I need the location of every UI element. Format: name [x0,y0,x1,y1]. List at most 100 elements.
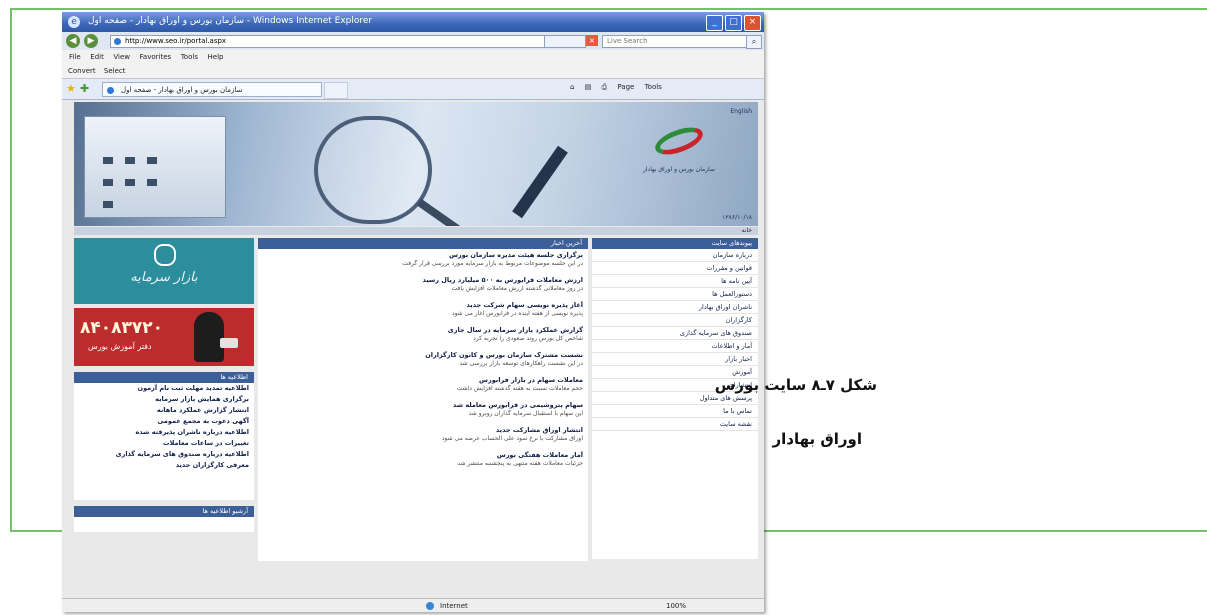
news-title[interactable]: آغاز پذیره نویسی سهام شرکت جدید [258,301,588,310]
search-icon[interactable]: ⌕ [746,35,762,49]
announcements-header: اطلاعیه ها [74,372,254,383]
forward-button[interactable]: ▶ [84,34,98,48]
convert-button[interactable]: Convert [68,67,96,75]
news-summary-extra [258,293,588,301]
site-link-item[interactable]: ناشران اوراق بهادار [592,301,758,314]
archive-header[interactable]: آرشیو اطلاعیه ها [74,506,254,517]
tools-menu[interactable]: Tools [645,83,662,91]
maximize-button[interactable]: □ [725,15,742,31]
news-summary-extra [258,393,588,401]
feeds-icon[interactable]: ▤ [585,83,592,91]
add-favorites-icon[interactable]: ✚ [80,82,89,95]
stop-button[interactable]: × [586,35,598,46]
menu-help[interactable]: Help [208,50,224,64]
site-link-item[interactable]: آیین نامه ها [592,275,758,288]
news-summary: در روز معاملاتی گذشته ارزش معاملات افزای… [451,285,583,292]
announcement-item[interactable]: معرفی کارگزاران جدید [74,460,254,471]
figure-frame-bottom-right [764,530,1207,532]
tab-bar: ★ ✚ سازمان بورس و اوراق بهادار - صفحه او… [62,79,764,100]
phone-icon [220,338,238,348]
address-bar: ◀ ▶ http://www.seo.ir/portal.aspx × Live… [62,32,764,51]
news-title[interactable]: معاملات سهام در بازار فرابورس [258,376,588,385]
english-link[interactable]: English [730,108,752,115]
ad1-caption: بازار سرمایه [130,270,198,285]
window-titlebar: e سازمان بورس و اوراق بهادار - صفحه اول … [62,12,764,32]
site-link-item[interactable]: کارگزاران [592,314,758,327]
favorites-star-icon[interactable]: ★ [66,82,76,95]
site-link-item[interactable]: اخبار بازار [592,353,758,366]
site-logo[interactable] [651,122,707,160]
back-button[interactable]: ◀ [66,34,80,48]
menu-favorites[interactable]: Favorites [140,50,172,64]
announcement-item[interactable]: اطلاعیه درباره صندوق های سرمایه گذاری [74,449,254,460]
nav-strip: خانه [74,227,758,235]
announcement-item[interactable]: آگهی دعوت به مجمع عمومی [74,416,254,427]
url-input[interactable]: http://www.seo.ir/portal.aspx [110,35,556,48]
site-link-item[interactable]: آمار و اطلاعات [592,340,758,353]
news-summary-extra [258,368,588,376]
news-title[interactable]: آمار معاملات هفتگی بورس [258,451,588,460]
news-summary-extra [258,418,588,426]
figure-frame-top [10,8,1207,10]
archive-box: آرشیو اطلاعیه ها [74,506,254,532]
figure-frame-bottom-left [10,530,70,532]
news-summary: شاخص کل بورس روند صعودی را تجربه کرد [473,335,583,342]
figure-frame-left [10,8,12,530]
menu-tools[interactable]: Tools [181,50,198,64]
site-link-item[interactable]: تماس با ما [592,405,758,418]
close-button[interactable]: × [744,15,761,31]
page-icon [114,38,121,45]
right-column: پیوندهای سایت درباره سازمان قوانین و مقر… [592,238,758,559]
window-title: سازمان بورس و اوراق بهادار - صفحه اول - … [88,16,373,26]
site-link-item[interactable]: دستورالعمل ها [592,288,758,301]
menu-view[interactable]: View [113,50,130,64]
news-summary: در این نشست راهکارهای توسعه بازار بررسی … [459,360,584,367]
web-page: سازمان بورس و اوراق بهادار English ۱۳۸۶/… [62,100,764,598]
refresh-button[interactable] [544,35,586,48]
site-link-item[interactable]: صندوق های سرمایه گذاری [592,327,758,340]
ad2-caption: دفتر آموزش بورس [88,342,152,351]
site-link-item[interactable]: نقشه سایت [592,418,758,431]
tab-page-icon [107,87,114,94]
training-ad[interactable]: ۸۴۰۸۳۷۲۰ دفتر آموزش بورس [74,308,254,366]
pen-image [512,145,568,219]
home-link[interactable]: خانه [742,227,752,234]
emblem-icon [154,244,176,266]
home-icon[interactable]: ⌂ [570,83,574,91]
active-tab[interactable]: سازمان بورس و اوراق بهادار - صفحه اول [102,82,322,97]
ad2-number: ۸۴۰۸۳۷۲۰ [80,318,164,338]
announcement-item[interactable]: اطلاعیه تمدید مهلت ثبت نام آزمون [74,383,254,394]
select-button[interactable]: Select [104,67,126,75]
site-link-item[interactable]: قوانین و مقررات [592,262,758,275]
page-menu[interactable]: Page [617,83,634,91]
announcement-item[interactable]: اطلاعیه درباره ناشران پذیرفته شده [74,427,254,438]
news-title[interactable]: سهام پتروشیمی در فرابورس معامله شد [258,401,588,410]
news-title[interactable]: نشست مشترک سازمان بورس و کانون کارگزاران [258,351,588,360]
search-input[interactable]: Live Search [602,35,748,48]
menu-bar: File Edit View Favorites Tools Help [62,50,764,64]
news-title[interactable]: انتشار اوراق مشارکت جدید [258,426,588,435]
news-summary: جزئیات معاملات هفته منتهی به پنجشنبه منت… [457,460,583,467]
announcement-item[interactable]: تغییرات در ساعات معاملات [74,438,254,449]
site-link-item[interactable]: درباره سازمان [592,249,758,262]
capital-market-ad[interactable]: بازار سرمایه [74,238,254,304]
security-zone: Internet [440,602,468,610]
logo-text: سازمان بورس و اوراق بهادار [642,166,715,173]
zoom-level[interactable]: 100% [666,599,686,612]
news-title[interactable]: گزارش عملکرد بازار سرمایه در سال جاری [258,326,588,335]
news-summary: اوراق مشارکت با نرخ سود علی الحساب عرضه … [441,435,583,442]
news-title[interactable]: برگزاری جلسه هیئت مدیره سازمان بورس [258,251,588,260]
news-title[interactable]: ارزش معاملات فرابورس به ۵۰۰ میلیارد ریال… [258,276,588,285]
minimize-button[interactable]: _ [706,15,723,31]
menu-edit[interactable]: Edit [90,50,104,64]
menu-file[interactable]: File [69,50,81,64]
figure-caption-line1: شکل ۷ـ۸ سایت بورس [714,376,877,394]
new-tab-button[interactable] [324,82,348,99]
news-summary-extra [258,343,588,351]
latest-news-header: آخرین اخبار [258,238,588,249]
print-icon[interactable]: ⎙ [602,83,608,91]
figure-caption-line2: اوراق بهادار [772,430,862,448]
news-summary: حجم معاملات نسبت به هفته گذشته افزایش دا… [456,385,583,392]
announcement-item[interactable]: برگزاری همایش بازار سرمایه [74,394,254,405]
announcement-item[interactable]: انتشار گزارش عملکرد ماهانه [74,405,254,416]
